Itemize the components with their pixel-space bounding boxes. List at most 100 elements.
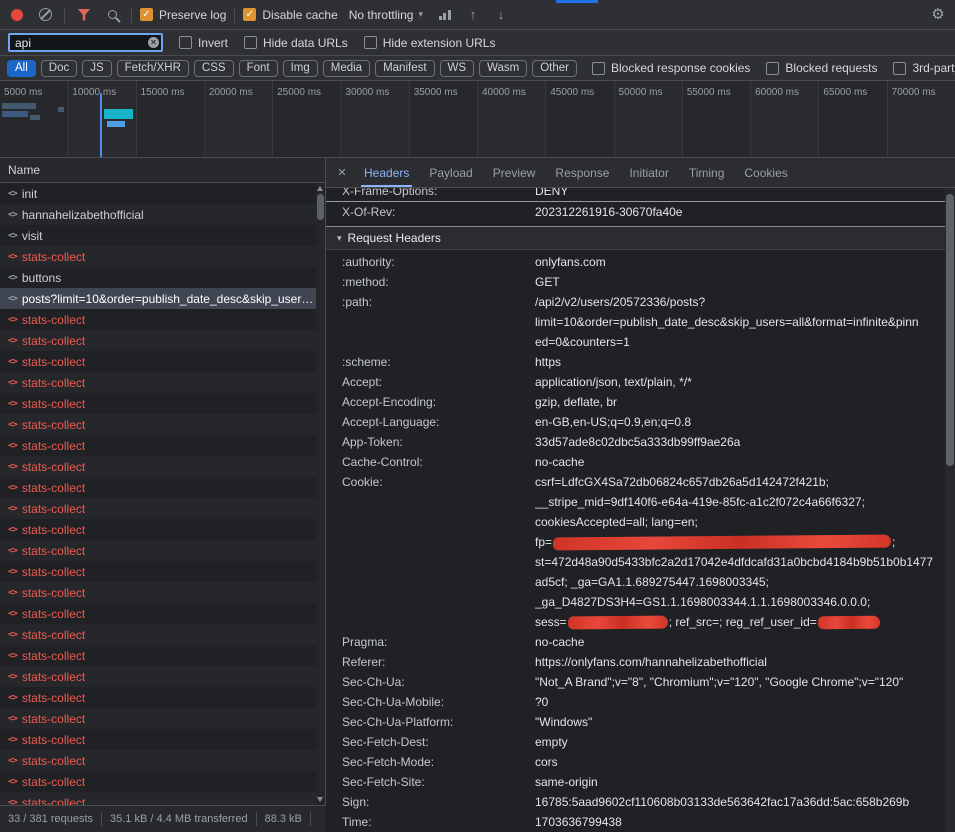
- invert-label: Invert: [198, 36, 228, 50]
- request-row[interactable]: <>buttons: [0, 267, 325, 288]
- filter-checkbox-blocked-response-cookies[interactable]: Blocked response cookies: [592, 61, 750, 75]
- header-value-text: en-GB,en-US;q=0.9,en;q=0.8: [535, 415, 691, 429]
- export-har-button[interactable]: ↓: [490, 4, 512, 26]
- request-row[interactable]: <>stats-collect: [0, 246, 325, 267]
- filter-chip-img[interactable]: Img: [283, 60, 318, 77]
- request-row[interactable]: <>stats-collect: [0, 792, 325, 805]
- request-row[interactable]: <>stats-collect: [0, 771, 325, 792]
- request-row[interactable]: <>stats-collect: [0, 393, 325, 414]
- request-name: stats-collect: [22, 523, 85, 537]
- preserve-log-toggle[interactable]: ✓ Preserve log: [140, 8, 226, 22]
- filter-chip-js[interactable]: JS: [82, 60, 111, 77]
- scrollbar-thumb[interactable]: [317, 194, 324, 220]
- filter-chip-font[interactable]: Font: [239, 60, 278, 77]
- request-row[interactable]: <>stats-collect: [0, 435, 325, 456]
- request-row[interactable]: <>stats-collect: [0, 708, 325, 729]
- request-row[interactable]: <>stats-collect: [0, 666, 325, 687]
- header-value-line: 16785:5aad9602cf110608b03133de563642fac1…: [535, 792, 943, 812]
- clear-button[interactable]: [34, 4, 56, 26]
- clear-filter-icon[interactable]: ✕: [148, 37, 159, 48]
- header-value-text: /api2/v2/users/20572336/posts?: [535, 295, 705, 309]
- header-value: onlyfans.com: [535, 252, 955, 272]
- request-row[interactable]: <>stats-collect: [0, 603, 325, 624]
- settings-button[interactable]: ⚙: [927, 4, 949, 26]
- filter-checkbox-blocked-requests[interactable]: Blocked requests: [766, 61, 877, 75]
- headers-pane: X-Frame-Options:DENYX-Of-Rev:20231226191…: [326, 188, 955, 832]
- request-row[interactable]: <>stats-collect: [0, 309, 325, 330]
- request-row[interactable]: <>stats-collect: [0, 729, 325, 750]
- hide-data-urls-toggle[interactable]: Hide data URLs: [244, 36, 348, 50]
- details-scrollbar-thumb[interactable]: [946, 194, 954, 466]
- header-value: application/json, text/plain, */*: [535, 372, 955, 392]
- filter-chip-doc[interactable]: Doc: [41, 60, 77, 77]
- filter-toggle-button[interactable]: [73, 4, 95, 26]
- tab-cookies[interactable]: Cookies: [734, 158, 797, 187]
- record-button[interactable]: [6, 4, 28, 26]
- tab-timing[interactable]: Timing: [679, 158, 735, 187]
- request-list-scrollbar[interactable]: [316, 183, 325, 805]
- header-value-line: no-cache: [535, 452, 943, 472]
- request-headers-section-header[interactable]: ▾ Request Headers: [326, 226, 955, 250]
- filter-chip-css[interactable]: CSS: [194, 60, 234, 77]
- header-row: Time:1703636799438: [326, 812, 955, 832]
- close-details-button[interactable]: ×: [330, 164, 354, 181]
- request-row[interactable]: <>stats-collect: [0, 645, 325, 666]
- import-har-button[interactable]: ↑: [462, 4, 484, 26]
- file-icon: <>: [8, 756, 17, 766]
- request-row[interactable]: <>stats-collect: [0, 624, 325, 645]
- network-overview-timeline[interactable]: 5000 ms10000 ms15000 ms20000 ms25000 ms3…: [0, 81, 955, 158]
- filter-chip-all[interactable]: All: [7, 60, 36, 77]
- filter-chip-fetch-xhr[interactable]: Fetch/XHR: [117, 60, 189, 77]
- header-row: Sec-Fetch-Dest:empty: [326, 732, 955, 752]
- request-row[interactable]: <>posts?limit=10&order=publish_date_desc…: [0, 288, 325, 309]
- header-value-line: cors: [535, 752, 943, 772]
- settings-gear-icon: ⚙: [931, 7, 944, 22]
- tab-preview[interactable]: Preview: [483, 158, 546, 187]
- request-row[interactable]: <>stats-collect: [0, 561, 325, 582]
- status-bar: 33 / 381 requests 35.1 kB / 4.4 MB trans…: [0, 805, 326, 832]
- invert-toggle[interactable]: Invert: [179, 36, 228, 50]
- hide-extension-urls-toggle[interactable]: Hide extension URLs: [364, 36, 496, 50]
- header-name: Sec-Ch-Ua-Platform:: [326, 712, 535, 732]
- filter-chip-manifest[interactable]: Manifest: [375, 60, 434, 77]
- scroll-up-arrow-icon[interactable]: [317, 186, 323, 191]
- filter-input[interactable]: [8, 33, 163, 52]
- header-value-line: en-GB,en-US;q=0.9,en;q=0.8: [535, 412, 943, 432]
- request-row[interactable]: <>visit: [0, 225, 325, 246]
- request-row[interactable]: <>stats-collect: [0, 540, 325, 561]
- filter-chip-wasm[interactable]: Wasm: [479, 60, 527, 77]
- request-row[interactable]: <>stats-collect: [0, 330, 325, 351]
- filter-checkbox-3rd-party-requests[interactable]: 3rd-party requests: [893, 61, 955, 75]
- filter-chip-other[interactable]: Other: [532, 60, 577, 77]
- request-row[interactable]: <>stats-collect: [0, 351, 325, 372]
- scroll-down-arrow-icon[interactable]: [317, 797, 323, 802]
- request-row[interactable]: <>stats-collect: [0, 477, 325, 498]
- request-row[interactable]: <>hannahelizabethofficial: [0, 204, 325, 225]
- network-conditions-button[interactable]: [434, 4, 456, 26]
- search-button[interactable]: [101, 4, 123, 26]
- tab-initiator[interactable]: Initiator: [619, 158, 678, 187]
- tab-payload[interactable]: Payload: [419, 158, 482, 187]
- checkbox-label: 3rd-party requests: [912, 61, 955, 75]
- request-details-panel: × HeadersPayloadPreviewResponseInitiator…: [326, 158, 955, 832]
- request-row[interactable]: <>stats-collect: [0, 372, 325, 393]
- request-row[interactable]: <>stats-collect: [0, 414, 325, 435]
- request-row[interactable]: <>stats-collect: [0, 750, 325, 771]
- throttling-select[interactable]: No throttling ▾: [344, 6, 428, 24]
- request-row[interactable]: <>stats-collect: [0, 582, 325, 603]
- disable-cache-toggle[interactable]: ✓ Disable cache: [243, 8, 337, 22]
- checkbox-unchecked-icon: [364, 36, 377, 49]
- request-row[interactable]: <>stats-collect: [0, 498, 325, 519]
- name-column-header[interactable]: Name: [0, 158, 325, 183]
- request-row[interactable]: <>stats-collect: [0, 687, 325, 708]
- request-row[interactable]: <>stats-collect: [0, 519, 325, 540]
- tab-response[interactable]: Response: [545, 158, 619, 187]
- request-row[interactable]: <>stats-collect: [0, 456, 325, 477]
- header-value-text: no-cache: [535, 455, 584, 469]
- header-name: X-Of-Rev:: [326, 202, 535, 222]
- tab-headers[interactable]: Headers: [354, 158, 419, 187]
- filter-chip-media[interactable]: Media: [323, 60, 370, 77]
- request-row[interactable]: <>init: [0, 183, 325, 204]
- details-scrollbar[interactable]: [945, 188, 955, 832]
- filter-chip-ws[interactable]: WS: [440, 60, 475, 77]
